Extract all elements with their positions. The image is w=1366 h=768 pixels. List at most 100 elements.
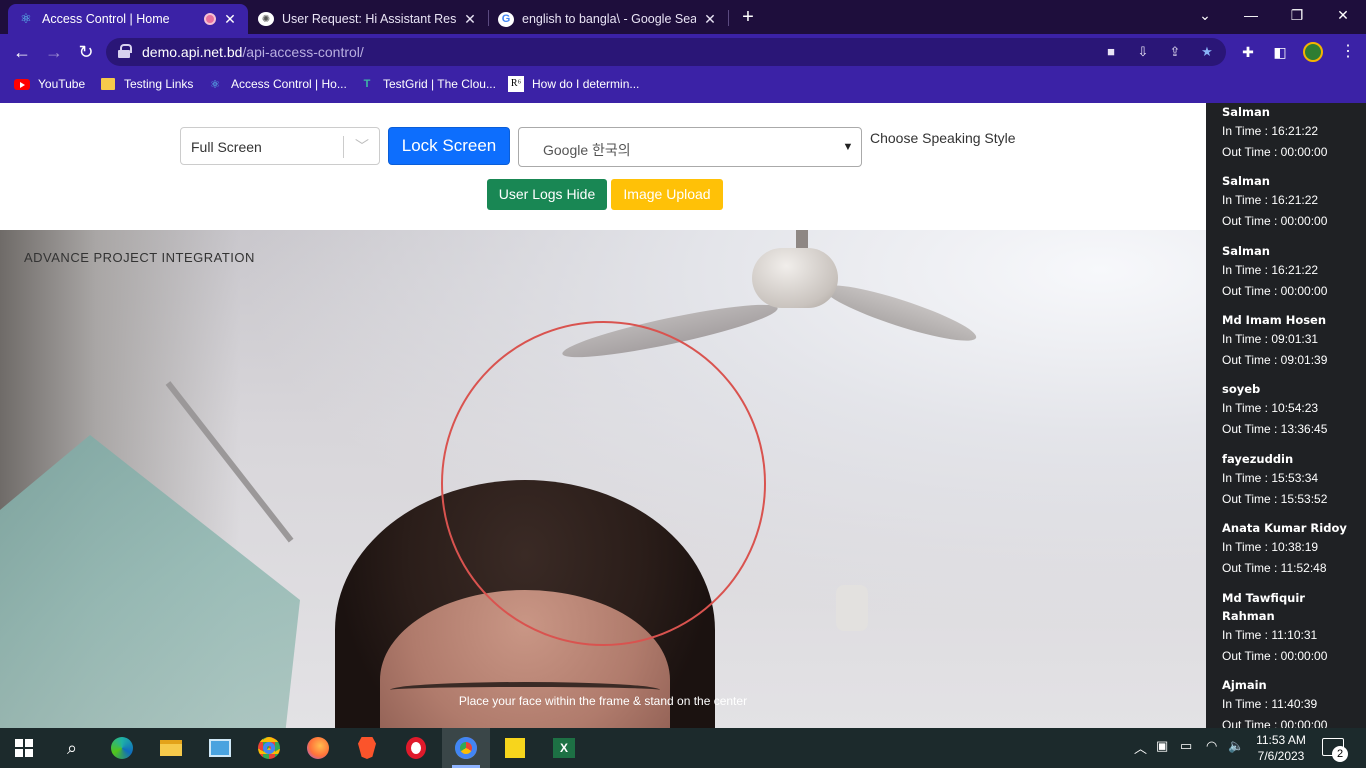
bookmark-label: Access Control | Ho... — [231, 77, 347, 91]
log-entry: Md Tawfiquir Rahman In Time : 11:10:31 O… — [1222, 589, 1360, 667]
speaking-style-label: Choose Speaking Style — [870, 130, 1016, 146]
new-tab-icon[interactable]: + — [738, 6, 758, 28]
minimize-icon[interactable]: — — [1228, 0, 1274, 30]
tab-user-request[interactable]: ✺ User Request: Hi Assistant Respon ✕ — [248, 4, 488, 34]
side-panel-icon[interactable]: ◧ — [1270, 42, 1290, 62]
url-text[interactable]: demo.api.net.bd/api-access-control/ — [142, 44, 364, 60]
tab-separator — [728, 10, 729, 26]
back-icon[interactable]: ← — [10, 40, 34, 64]
search-icon[interactable]: ⌕ — [58, 734, 86, 762]
tab-access-control[interactable]: ⚛ Access Control | Home ✕ — [8, 4, 248, 34]
lock-screen-button[interactable]: Lock Screen — [388, 127, 510, 165]
network-adapter-icon[interactable]: ▣ — [1156, 738, 1168, 754]
install-app-icon[interactable]: ⇩ — [1134, 43, 1152, 61]
windows-start-icon[interactable] — [10, 734, 38, 762]
voice-select[interactable]: Google 한국의 ▼ — [518, 127, 862, 167]
bookmark-testgrid[interactable]: T TestGrid | The Clou... — [359, 75, 496, 93]
volume-icon[interactable]: 🔈 — [1228, 738, 1244, 754]
notification-count-badge: 2 — [1332, 746, 1348, 762]
log-user-name: soyeb — [1222, 382, 1261, 396]
log-out-time: Out Time : 13:36:45 — [1222, 422, 1328, 436]
bookmark-access-control[interactable]: ⚛ Access Control | Ho... — [207, 75, 347, 93]
log-entry: Md Imam Hosen In Time : 09:01:31 Out Tim… — [1222, 311, 1360, 371]
windows-taskbar: ⌕ X ︿ ▣ ▭ ◠ 🔈 11:53 AM 7/6/2023 2 — [0, 728, 1366, 768]
edge-icon[interactable] — [108, 734, 136, 762]
bookmark-researchgate[interactable]: R⁶ How do I determin... — [508, 75, 639, 93]
chrome-active-icon[interactable] — [452, 734, 480, 762]
tab-title: Access Control | Home — [42, 12, 170, 26]
log-user-name: Salman — [1222, 244, 1270, 258]
tab-google-search[interactable]: G english to bangla\ - Google Searc ✕ — [488, 4, 728, 34]
log-in-time: In Time : 09:01:31 — [1222, 332, 1319, 346]
log-user-name: Salman — [1222, 105, 1270, 119]
bookmark-label: YouTube — [38, 77, 86, 91]
bookmark-star-icon[interactable]: ★ — [1198, 43, 1216, 61]
camera-in-use-icon[interactable]: ■ — [1102, 43, 1120, 61]
bookmark-youtube[interactable]: YouTube — [14, 75, 85, 93]
profile-avatar[interactable] — [1303, 42, 1323, 62]
log-in-time: In Time : 16:21:22 — [1222, 124, 1319, 138]
user-logs-panel[interactable]: Salman In Time : 16:21:22 Out Time : 00:… — [1206, 103, 1366, 728]
log-entry: Ajmain In Time : 11:40:39 Out Time : 00:… — [1222, 676, 1360, 728]
log-user-name: Md Tawfiquir Rahman — [1222, 591, 1305, 623]
bookmark-label: How do I determin... — [532, 77, 640, 91]
google-icon: G — [498, 11, 514, 27]
log-entry: Salman In Time : 16:21:22 Out Time : 00:… — [1222, 172, 1360, 232]
log-in-time: In Time : 10:38:19 — [1222, 540, 1319, 554]
battery-icon[interactable]: ▭ — [1180, 738, 1192, 754]
camera-scene-wall-mount — [836, 585, 868, 631]
tab-search-chevron-icon[interactable]: ⌄ — [1182, 0, 1228, 30]
chevron-down-icon[interactable]: ﹀ — [353, 134, 371, 158]
testgrid-icon: T — [363, 78, 371, 90]
page-content: Full Screen ﹀ Lock Screen Google 한국의 ▼ C… — [0, 103, 1206, 728]
omnibox[interactable]: demo.api.net.bd/api-access-control/ ■ ⇩ … — [106, 38, 1226, 66]
restore-icon[interactable]: ❐ — [1274, 0, 1320, 30]
close-tab-icon[interactable]: ✕ — [462, 11, 478, 28]
system-clock[interactable]: 11:53 AM 7/6/2023 — [1256, 732, 1306, 764]
screen-mode-value: Full Screen — [191, 139, 262, 155]
browser-tab-bar: ⚛ Access Control | Home ✕ ✺ User Request… — [0, 0, 1366, 34]
reload-icon[interactable]: ↻ — [74, 40, 98, 64]
wifi-icon[interactable]: ◠ — [1206, 738, 1217, 754]
opera-icon[interactable] — [402, 734, 430, 762]
screen-mode-select[interactable]: Full Screen ﹀ — [180, 127, 380, 165]
forward-icon[interactable]: → — [42, 40, 66, 64]
firefox-icon[interactable] — [304, 734, 332, 762]
folder-icon — [100, 76, 116, 92]
log-in-time: In Time : 15:53:34 — [1222, 471, 1319, 485]
camera-scene-fan-hub — [752, 248, 838, 308]
menu-kebab-icon[interactable]: ⋮ — [1340, 42, 1356, 62]
lock-icon[interactable] — [118, 44, 132, 58]
brand-text: ADVANCE PROJECT INTEGRATION — [24, 250, 255, 265]
image-upload-button[interactable]: Image Upload — [611, 179, 723, 210]
close-tab-icon[interactable]: ✕ — [222, 11, 238, 28]
excel-icon[interactable]: X — [550, 734, 578, 762]
log-out-time: Out Time : 00:00:00 — [1222, 718, 1328, 728]
close-tab-icon[interactable]: ✕ — [702, 11, 718, 28]
control-panel-icon[interactable] — [206, 734, 234, 762]
log-entry: soyeb In Time : 10:54:23 Out Time : 13:3… — [1222, 380, 1360, 440]
brave-icon[interactable] — [353, 734, 381, 762]
log-in-time: In Time : 10:54:23 — [1222, 401, 1319, 415]
close-window-icon[interactable]: ✕ — [1320, 0, 1366, 30]
log-user-name: fayezuddin — [1222, 452, 1294, 466]
extensions-puzzle-icon[interactable]: ✚ — [1238, 42, 1258, 62]
sticky-notes-icon[interactable] — [501, 734, 529, 762]
file-explorer-icon[interactable] — [157, 734, 185, 762]
face-hint-text: Place your face within the frame & stand… — [458, 694, 748, 708]
url-host: demo.api.net.bd — [142, 44, 243, 60]
log-user-name: Md Imam Hosen — [1222, 313, 1327, 327]
youtube-icon — [14, 76, 30, 92]
bookmark-testing-links[interactable]: Testing Links — [100, 75, 193, 93]
clock-time: 11:53 AM — [1256, 733, 1306, 747]
user-logs-hide-button[interactable]: User Logs Hide — [487, 179, 607, 210]
show-hidden-icons-chevron-icon[interactable]: ︿ — [1134, 738, 1147, 757]
log-out-time: Out Time : 00:00:00 — [1222, 214, 1328, 228]
log-out-time: Out Time : 00:00:00 — [1222, 284, 1328, 298]
log-out-time: Out Time : 09:01:39 — [1222, 353, 1328, 367]
log-entry: Salman In Time : 16:21:22 Out Time : 00:… — [1222, 103, 1360, 163]
select-divider — [343, 136, 344, 158]
share-icon[interactable]: ⇪ — [1166, 43, 1184, 61]
chrome-icon[interactable] — [255, 734, 283, 762]
chatgpt-icon: ✺ — [258, 12, 274, 26]
